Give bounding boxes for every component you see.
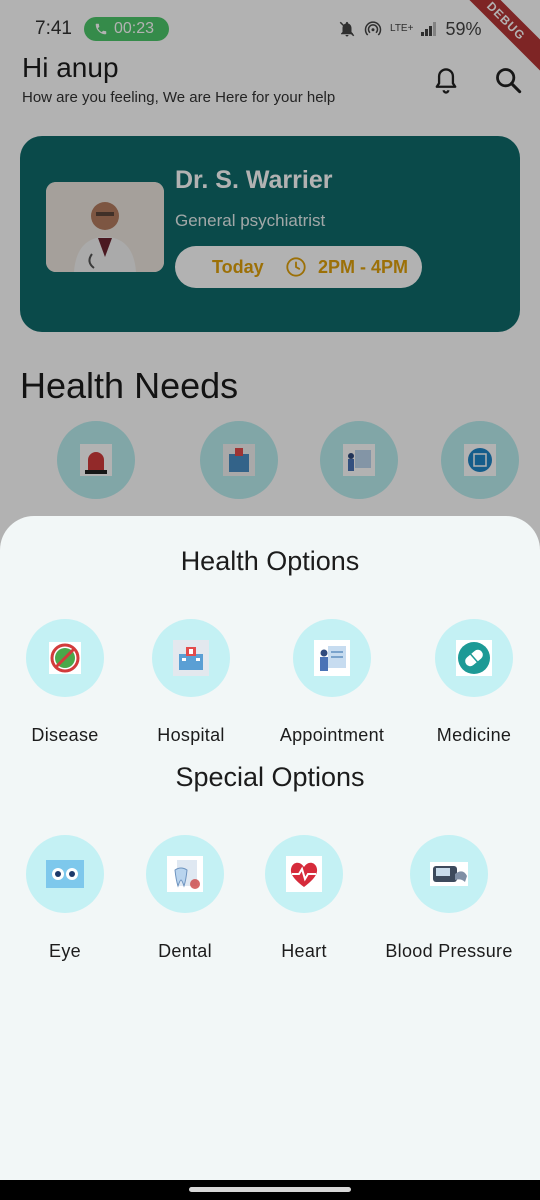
- option-eye[interactable]: Eye: [26, 835, 104, 961]
- option-label: Disease: [31, 725, 99, 745]
- option-label: Heart: [281, 941, 327, 961]
- hospital-icon: [173, 640, 209, 676]
- appointment-icon: [314, 640, 350, 676]
- option-blood-pressure[interactable]: Blood Pressure: [385, 835, 512, 961]
- eyes-icon: [46, 860, 84, 888]
- blood-pressure-monitor-icon: [430, 862, 468, 886]
- system-navigation-bar: [0, 1180, 540, 1200]
- option-dental[interactable]: Dental: [146, 835, 224, 961]
- tooth-icon: [167, 856, 203, 892]
- option-hospital[interactable]: Hospital: [152, 619, 230, 745]
- heart-icon: [286, 856, 322, 892]
- health-options-sheet: Health Options Disease Hospital Appointm…: [0, 516, 540, 1180]
- option-medicine[interactable]: Medicine: [435, 619, 513, 745]
- health-options-title: Health Options: [180, 546, 360, 576]
- option-appointment[interactable]: Appointment: [280, 619, 384, 745]
- special-options-title: Special Options: [175, 762, 365, 792]
- option-label: Blood Pressure: [385, 941, 513, 961]
- option-label: Eye: [49, 941, 81, 961]
- home-gesture-handle[interactable]: [189, 1187, 351, 1192]
- pill-icon: [456, 640, 492, 676]
- option-disease[interactable]: Disease: [26, 619, 104, 745]
- option-label: Hospital: [157, 725, 225, 745]
- option-label: Appointment: [279, 725, 385, 745]
- option-label: Medicine: [436, 725, 512, 745]
- option-label: Dental: [158, 941, 212, 961]
- option-heart[interactable]: Heart: [265, 835, 343, 961]
- virus-icon: [49, 642, 81, 674]
